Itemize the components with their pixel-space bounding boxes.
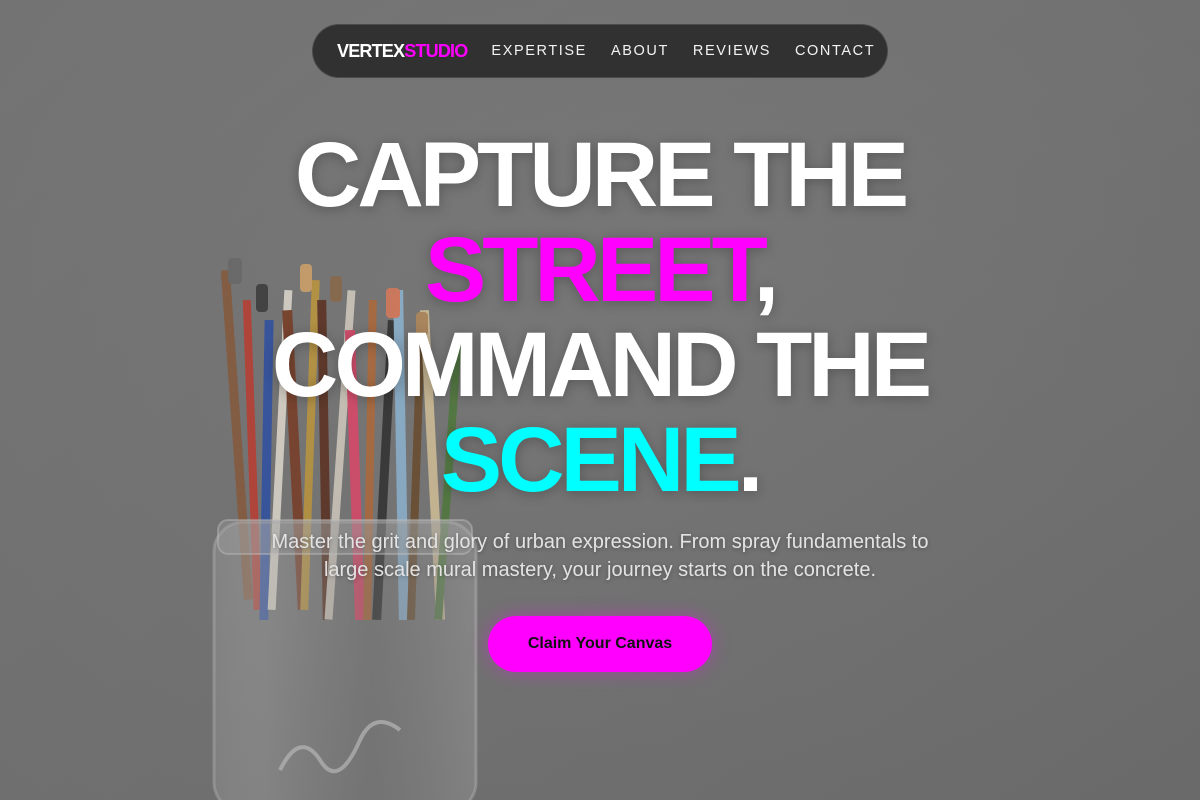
- brand-name-accent: STUDIO: [404, 40, 468, 61]
- headline-line-2: STREET,: [0, 223, 1200, 318]
- main-nav: VERTEXSTUDIO EXPERTISE ABOUT REVIEWS CON…: [312, 24, 888, 78]
- nav-link-reviews[interactable]: REVIEWS: [693, 43, 771, 59]
- nav-link-about[interactable]: ABOUT: [611, 43, 669, 59]
- hero-headline: CAPTURE THE STREET, COMMAND THE SCENE.: [0, 128, 1200, 508]
- hero-subtext: Master the grit and glory of urban expre…: [271, 531, 929, 581]
- headline-line-3: COMMAND THE: [271, 314, 932, 416]
- headline-highlight-street: STREET: [424, 219, 758, 321]
- headline-line-4: SCENE.: [0, 413, 1200, 508]
- headline-period: .: [737, 409, 763, 511]
- brand-logo[interactable]: VERTEXSTUDIO: [337, 40, 468, 62]
- claim-canvas-button[interactable]: Claim Your Canvas: [488, 616, 712, 672]
- headline-highlight-scene: SCENE: [440, 409, 742, 511]
- nav-link-expertise[interactable]: EXPERTISE: [491, 43, 587, 59]
- nav-link-contact[interactable]: CONTACT: [795, 43, 875, 59]
- brand-name-primary: VERTEX: [337, 40, 405, 61]
- headline-line-1: CAPTURE THE: [294, 124, 909, 226]
- headline-comma: ,: [753, 219, 779, 321]
